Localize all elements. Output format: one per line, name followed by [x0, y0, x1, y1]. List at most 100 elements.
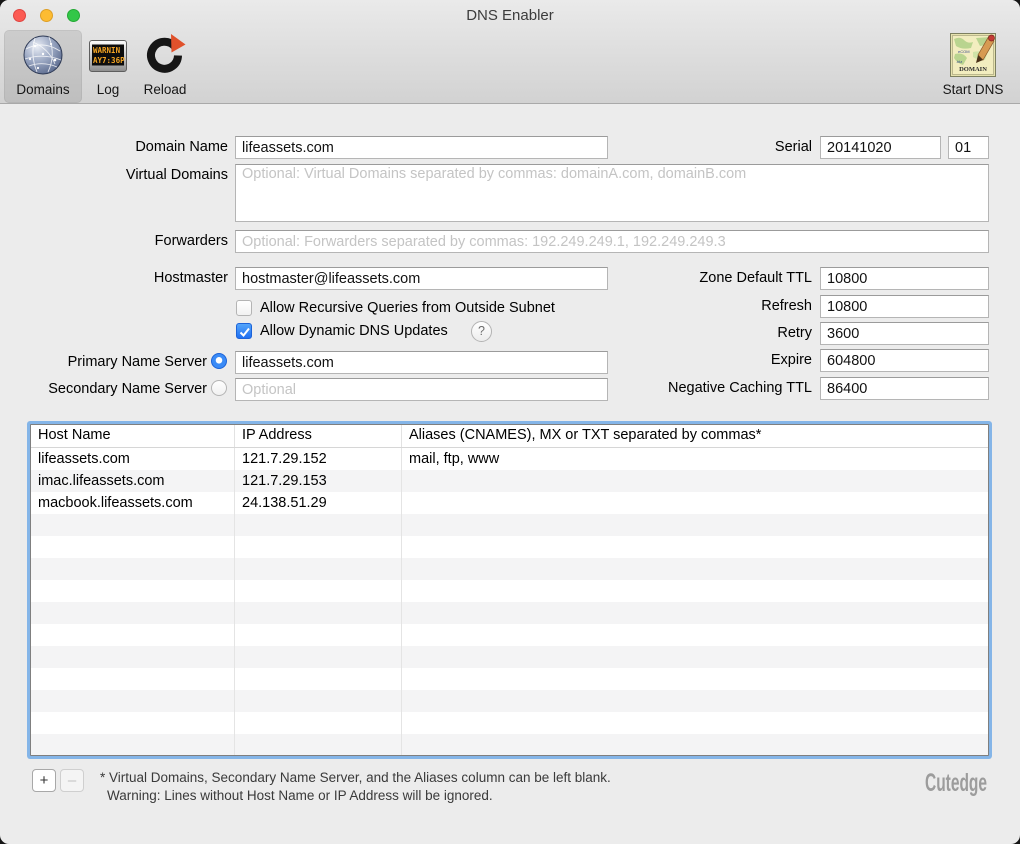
cell-aliases[interactable]	[402, 668, 988, 690]
primary-ns-label: Primary Name Server	[68, 354, 207, 371]
cell-ip[interactable]	[235, 602, 402, 624]
column-header-aliases[interactable]: Aliases (CNAMES), MX or TXT separated by…	[402, 425, 988, 447]
table-row[interactable]	[31, 624, 988, 646]
cell-ip[interactable]	[235, 514, 402, 536]
cell-host[interactable]: lifeassets.com	[31, 448, 235, 470]
cell-ip[interactable]	[235, 712, 402, 734]
column-header-host-name[interactable]: Host Name	[31, 425, 235, 447]
cell-host[interactable]	[31, 624, 235, 646]
cell-ip[interactable]	[235, 646, 402, 668]
serial-suffix-input[interactable]	[948, 136, 989, 159]
toolbar-button-reload[interactable]: Reload	[134, 30, 196, 103]
table-row[interactable]: lifeassets.com121.7.29.152mail, ftp, www	[31, 448, 988, 470]
table-row[interactable]	[31, 514, 988, 536]
cell-aliases[interactable]: mail, ftp, www	[402, 448, 988, 470]
cell-host[interactable]	[31, 558, 235, 580]
help-icon[interactable]: ?	[471, 321, 492, 342]
cell-aliases[interactable]	[402, 514, 988, 536]
cell-ip[interactable]: 24.138.51.29	[235, 492, 402, 514]
table-row[interactable]	[31, 646, 988, 668]
zone-default-ttl-input[interactable]	[820, 267, 989, 290]
hostmaster-label: Hostmaster	[154, 270, 228, 287]
forwarders-input[interactable]	[235, 230, 989, 253]
cell-ip[interactable]	[235, 668, 402, 690]
domain-name-input[interactable]	[235, 136, 608, 159]
table-row[interactable]	[31, 558, 988, 580]
cell-host[interactable]	[31, 668, 235, 690]
secondary-ns-input[interactable]	[235, 378, 608, 401]
window-title: DNS Enabler	[0, 7, 1020, 24]
cell-ip[interactable]: 121.7.29.153	[235, 470, 402, 492]
table-row[interactable]	[31, 712, 988, 734]
cell-aliases[interactable]	[402, 492, 988, 514]
table-row[interactable]	[31, 602, 988, 624]
cell-ip[interactable]	[235, 536, 402, 558]
hosts-table[interactable]: Host Name IP Address Aliases (CNAMES), M…	[30, 424, 989, 756]
expire-input[interactable]	[820, 349, 989, 372]
table-row[interactable]	[31, 580, 988, 602]
cell-aliases[interactable]	[402, 470, 988, 492]
primary-ns-radio[interactable]	[211, 353, 227, 369]
cell-aliases[interactable]	[402, 536, 988, 558]
led-warning-display-icon: WARNIN AY7:36P	[84, 40, 132, 77]
cell-aliases[interactable]	[402, 712, 988, 734]
allow-dynamic-label: Allow Dynamic DNS Updates	[260, 323, 448, 340]
toolbar-label-log: Log	[84, 82, 132, 97]
zone-default-ttl-label: Zone Default TTL	[699, 270, 812, 287]
table-row[interactable]	[31, 734, 988, 756]
cell-ip[interactable]: 121.7.29.152	[235, 448, 402, 470]
cell-ip[interactable]	[235, 624, 402, 646]
cell-host[interactable]	[31, 712, 235, 734]
toolbar-label-domains: Domains	[4, 82, 82, 97]
cell-ip[interactable]	[235, 558, 402, 580]
toolbar-button-log[interactable]: WARNIN AY7:36P Log	[84, 30, 132, 103]
cell-host[interactable]	[31, 646, 235, 668]
negative-caching-ttl-input[interactable]	[820, 377, 989, 400]
refresh-label: Refresh	[761, 298, 812, 315]
cell-host[interactable]: macbook.lifeassets.com	[31, 492, 235, 514]
cell-host[interactable]	[31, 536, 235, 558]
cell-host[interactable]	[31, 602, 235, 624]
cell-host[interactable]	[31, 690, 235, 712]
dns-enabler-window: DNS Enabler	[0, 0, 1020, 844]
toolbar-button-start-dns[interactable]: eCOM .biz DOMAIN Start DNS	[932, 30, 1014, 103]
add-row-button[interactable]: +	[32, 769, 56, 792]
negative-caching-ttl-label: Negative Caching TTL	[668, 380, 812, 397]
serial-input[interactable]	[820, 136, 941, 159]
cell-aliases[interactable]	[402, 580, 988, 602]
allow-dynamic-checkbox[interactable]	[236, 323, 252, 339]
cell-host[interactable]	[31, 514, 235, 536]
refresh-input[interactable]	[820, 295, 989, 318]
cell-aliases[interactable]	[402, 602, 988, 624]
cell-ip[interactable]	[235, 580, 402, 602]
cell-ip[interactable]	[235, 690, 402, 712]
cell-aliases[interactable]	[402, 646, 988, 668]
cell-host[interactable]	[31, 734, 235, 756]
cell-aliases[interactable]	[402, 624, 988, 646]
secondary-ns-radio[interactable]	[211, 380, 227, 396]
table-row[interactable]	[31, 690, 988, 712]
retry-input[interactable]	[820, 322, 989, 345]
cell-aliases[interactable]	[402, 734, 988, 756]
virtual-domains-textarea[interactable]	[235, 164, 989, 222]
column-header-ip-address[interactable]: IP Address	[235, 425, 402, 447]
cell-host[interactable]: imac.lifeassets.com	[31, 470, 235, 492]
svg-text:AY7:36P: AY7:36P	[93, 56, 125, 65]
footnote-line1: * Virtual Domains, Secondary Name Server…	[100, 770, 611, 785]
primary-ns-input[interactable]	[235, 351, 608, 374]
secondary-ns-label: Secondary Name Server	[48, 381, 207, 398]
cell-host[interactable]	[31, 580, 235, 602]
remove-row-button[interactable]: –	[60, 769, 84, 792]
table-row[interactable]: macbook.lifeassets.com24.138.51.29	[31, 492, 988, 514]
forwarders-label: Forwarders	[155, 233, 228, 250]
table-row[interactable]: imac.lifeassets.com121.7.29.153	[31, 470, 988, 492]
allow-recursive-checkbox[interactable]	[236, 300, 252, 316]
toolbar-button-domains[interactable]: Domains	[4, 30, 82, 103]
cell-aliases[interactable]	[402, 690, 988, 712]
cell-aliases[interactable]	[402, 558, 988, 580]
svg-text:WARNIN: WARNIN	[93, 46, 121, 55]
cell-ip[interactable]	[235, 734, 402, 756]
table-row[interactable]	[31, 536, 988, 558]
table-row[interactable]	[31, 668, 988, 690]
hostmaster-input[interactable]	[235, 267, 608, 290]
